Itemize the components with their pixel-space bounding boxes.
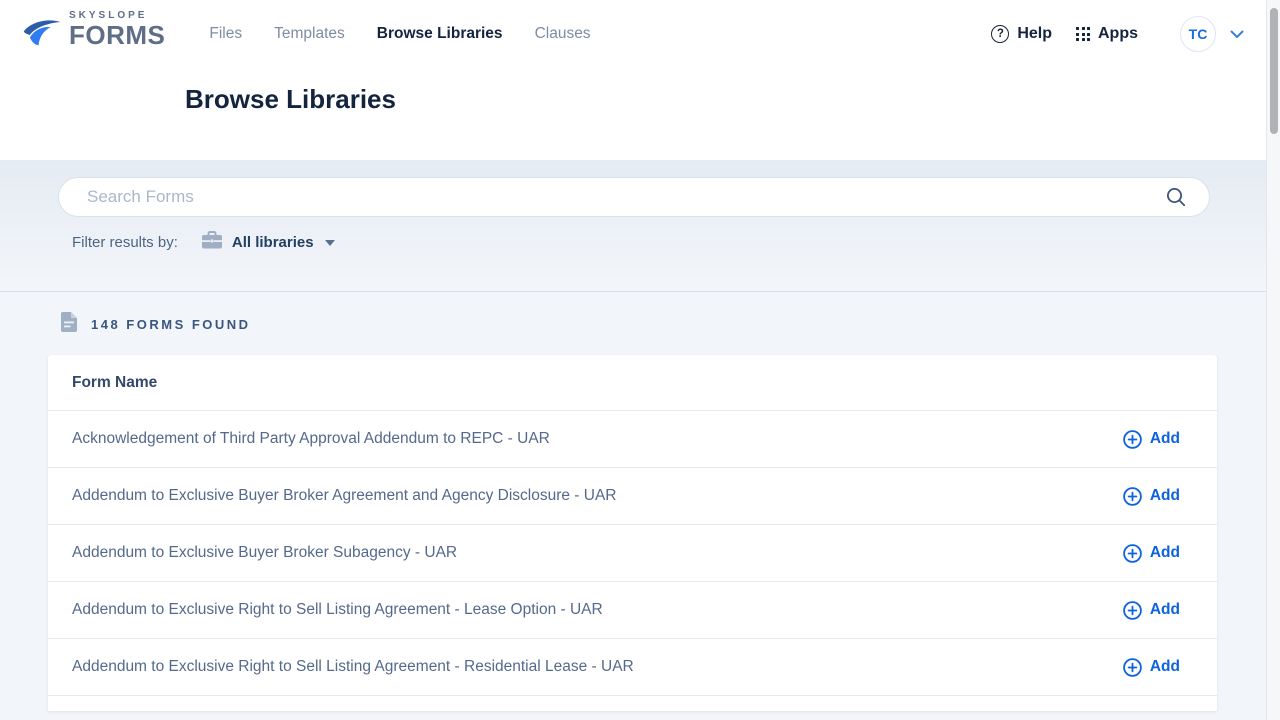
top-bar: SKYSLOPE FORMS Files Templates Browse Li…: [0, 0, 1266, 68]
table-row: Addendum to Exclusive Buyer Broker Agree…: [48, 468, 1217, 525]
account-menu-button[interactable]: [1230, 30, 1244, 39]
filter-row: Filter results by: All libraries: [72, 231, 1210, 254]
add-form-button[interactable]: Add: [1123, 544, 1180, 563]
nav-item-browse-libraries[interactable]: Browse Libraries: [377, 25, 503, 43]
add-form-button[interactable]: Add: [1123, 658, 1180, 677]
forms-table: Form Name Acknowledgement of Third Party…: [48, 355, 1217, 711]
page-title: Browse Libraries: [185, 84, 1266, 115]
form-name: Addendum to Exclusive Buyer Broker Agree…: [72, 487, 616, 505]
table-row: Acknowledgement of Third Party Approval …: [48, 411, 1217, 468]
form-name: Acknowledgement of Third Party Approval …: [72, 430, 550, 448]
plus-circle-icon: [1123, 658, 1142, 677]
form-name: Addendum to Exclusive Buyer Broker Subag…: [72, 544, 457, 562]
table-row: Addendum to Exclusive Buyer Broker Subag…: [48, 525, 1217, 582]
table-row: Addendum to Exclusive Right to Sell List…: [48, 582, 1217, 639]
results-count-text: 148 FORMS FOUND: [91, 317, 251, 332]
table-header-form-name: Form Name: [48, 355, 1217, 411]
plus-circle-icon: [1123, 487, 1142, 506]
help-label: Help: [1017, 25, 1052, 43]
add-form-button[interactable]: Add: [1123, 487, 1180, 506]
nav-item-templates[interactable]: Templates: [274, 25, 345, 43]
chevron-down-icon: [1230, 30, 1244, 39]
results-count-row: 148 FORMS FOUND: [0, 292, 1266, 337]
logo-forms-label: FORMS: [69, 22, 165, 48]
table-row-partial: [48, 696, 1217, 711]
apps-button[interactable]: Apps: [1076, 25, 1138, 43]
page: SKYSLOPE FORMS Files Templates Browse Li…: [0, 0, 1266, 711]
skyslope-swoosh-icon: [22, 11, 62, 57]
plus-circle-icon: [1123, 544, 1142, 563]
top-bar-actions: ? Help Apps TC: [991, 16, 1244, 52]
help-button[interactable]: ? Help: [991, 25, 1052, 43]
search-box: [58, 177, 1210, 217]
filter-selected-value: All libraries: [232, 234, 314, 251]
table-row: Addendum to Exclusive Right to Sell List…: [48, 639, 1217, 696]
add-form-button[interactable]: Add: [1123, 601, 1180, 620]
apps-label: Apps: [1098, 25, 1138, 43]
search-icon[interactable]: [1166, 187, 1186, 212]
skyslope-forms-logo[interactable]: SKYSLOPE FORMS: [22, 11, 165, 57]
libraries-filter-dropdown[interactable]: All libraries: [202, 231, 335, 254]
add-button-label: Add: [1150, 487, 1180, 505]
briefcase-icon: [202, 231, 222, 254]
search-input[interactable]: [58, 177, 1210, 217]
add-button-label: Add: [1150, 430, 1180, 448]
logo-text: SKYSLOPE FORMS: [69, 11, 165, 48]
form-name: Addendum to Exclusive Right to Sell List…: [72, 601, 603, 619]
user-avatar[interactable]: TC: [1180, 16, 1216, 52]
document-icon: [61, 312, 77, 337]
caret-down-icon: [325, 240, 335, 246]
scrollbar-thumb[interactable]: [1270, 8, 1278, 134]
help-icon: ?: [991, 25, 1009, 43]
plus-circle-icon: [1123, 430, 1142, 449]
apps-grid-icon: [1076, 27, 1090, 41]
plus-circle-icon: [1123, 601, 1142, 620]
search-section: Filter results by: All libraries: [0, 160, 1266, 292]
vertical-scrollbar[interactable]: [1266, 0, 1280, 720]
add-button-label: Add: [1150, 658, 1180, 676]
add-button-label: Add: [1150, 544, 1180, 562]
results-section: 148 FORMS FOUND Form Name Acknowledgemen…: [0, 292, 1266, 711]
app-header: SKYSLOPE FORMS Files Templates Browse Li…: [0, 0, 1266, 160]
nav-item-files[interactable]: Files: [209, 25, 242, 43]
form-name: Addendum to Exclusive Right to Sell List…: [72, 658, 634, 676]
filter-label: Filter results by:: [72, 234, 178, 251]
nav-item-clauses[interactable]: Clauses: [535, 25, 591, 43]
main-nav: Files Templates Browse Libraries Clauses: [209, 25, 590, 43]
add-button-label: Add: [1150, 601, 1180, 619]
add-form-button[interactable]: Add: [1123, 430, 1180, 449]
